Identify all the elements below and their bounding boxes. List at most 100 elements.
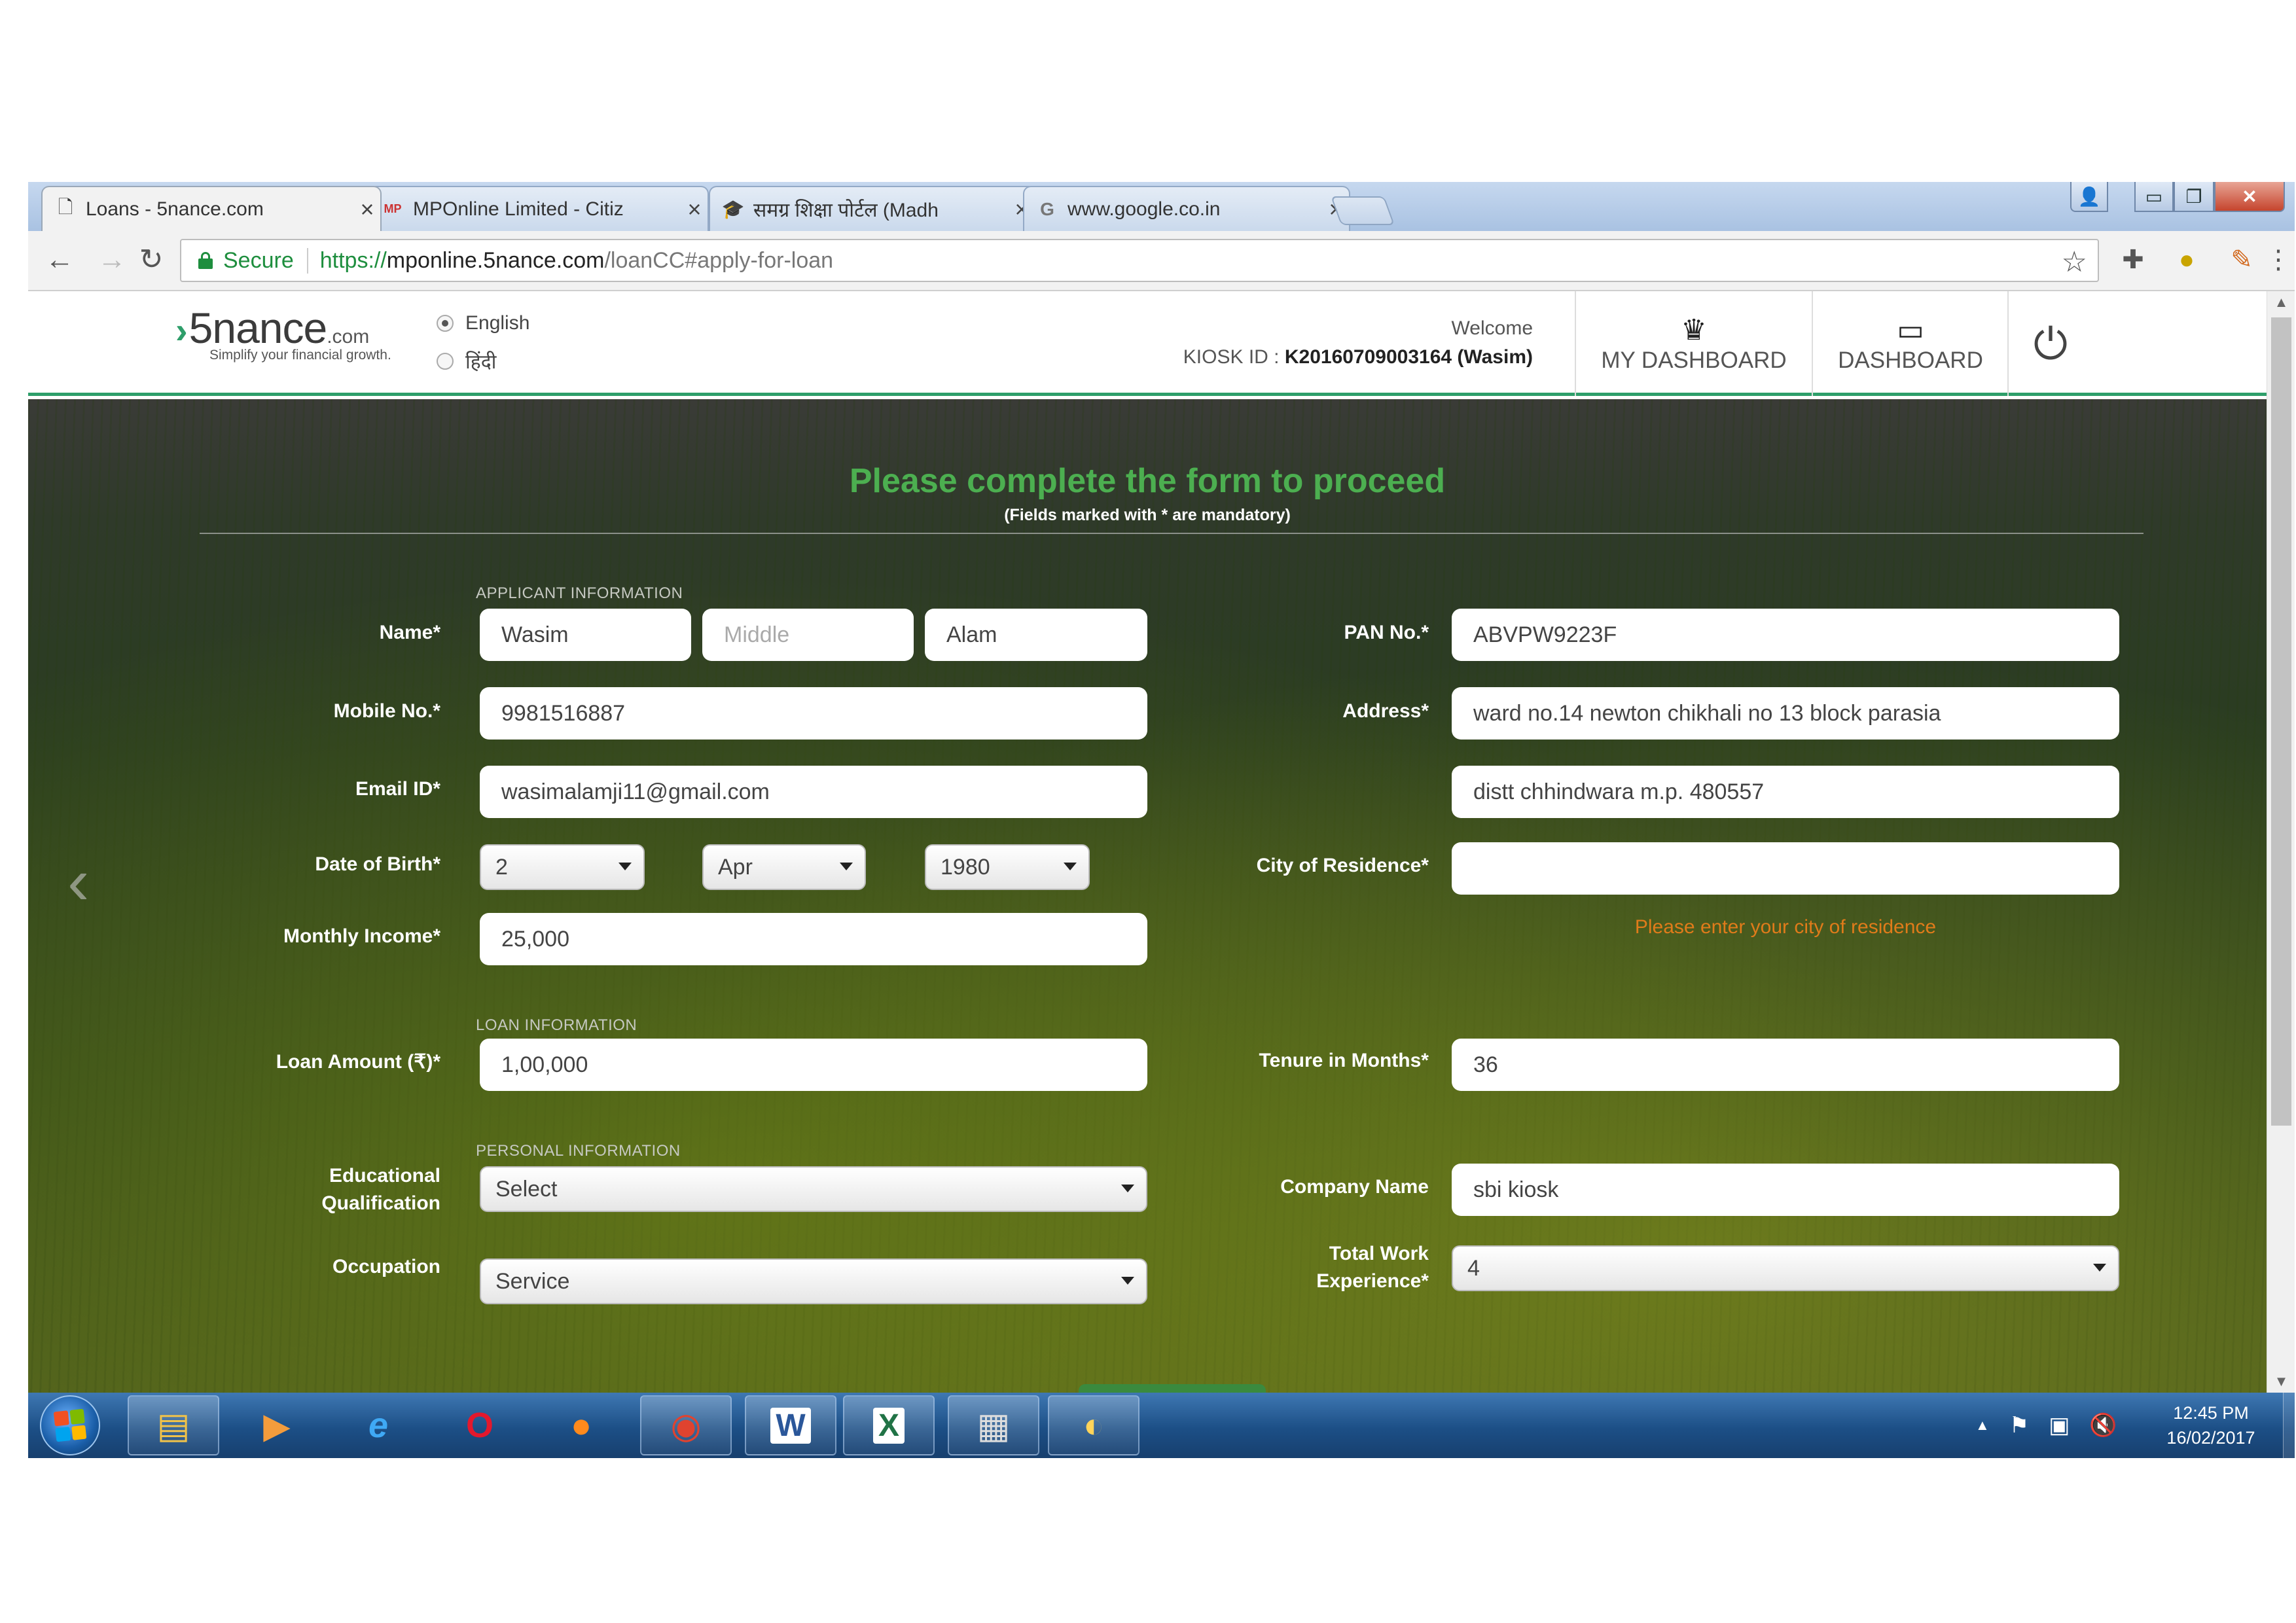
email-input[interactable]: wasimalamji11@gmail.com xyxy=(480,766,1147,818)
maximize-button[interactable]: ❐ xyxy=(2174,182,2214,212)
company-label: Company Name xyxy=(1280,1176,1429,1198)
divider xyxy=(200,533,2144,534)
caret-down-icon xyxy=(1121,1185,1134,1192)
back-arrow-icon[interactable]: ← xyxy=(41,241,78,278)
caret-down-icon xyxy=(1121,1277,1134,1285)
monitor-icon: ▭ xyxy=(1897,314,1924,346)
loan-amount-input[interactable]: 1,00,000 xyxy=(480,1039,1147,1091)
address-line1-input[interactable]: ward no.14 newton chikhali no 13 block p… xyxy=(1452,687,2119,740)
dob-day-select[interactable]: 2 xyxy=(480,844,645,890)
extension-puzzle-icon[interactable]: ✚ xyxy=(2115,241,2151,278)
language-english-radio[interactable]: English xyxy=(437,312,529,334)
calculator-icon[interactable]: ▦ xyxy=(948,1395,1039,1455)
start-button[interactable] xyxy=(40,1395,100,1455)
network-app-icon[interactable]: ◐ xyxy=(1048,1395,1139,1455)
excel-icon[interactable]: X xyxy=(843,1395,935,1455)
forward-arrow-icon[interactable]: → xyxy=(94,241,130,278)
tab-label: समग्र शिक्षा पोर्टल (Madh xyxy=(753,200,939,221)
radio-selected-icon xyxy=(437,315,454,332)
crown-icon: ♛ xyxy=(1681,314,1707,346)
dashboard-button[interactable]: ▭ DASHBOARD xyxy=(1812,291,2008,396)
occupation-select[interactable]: Service xyxy=(480,1258,1147,1304)
last-name-input[interactable]: Alam xyxy=(925,609,1147,661)
internet-explorer-icon[interactable]: e xyxy=(332,1395,424,1455)
bookmark-star-icon[interactable]: ☆ xyxy=(2062,245,2087,279)
logo-domain: .com xyxy=(327,326,370,348)
language-hindi-radio[interactable]: हिंदी xyxy=(437,348,496,374)
mobile-label: Mobile No.* xyxy=(333,700,440,722)
company-input[interactable]: sbi kiosk xyxy=(1452,1164,2119,1216)
window-close-button[interactable]: ✕ xyxy=(2214,182,2285,212)
network-icon[interactable]: ▣ xyxy=(2049,1412,2070,1438)
file-explorer-icon[interactable]: ▤ xyxy=(128,1395,219,1455)
section-loan: LOAN INFORMATION xyxy=(476,1016,637,1034)
tab-loans[interactable]: 🗋 Loans - 5nance.com × xyxy=(41,186,382,231)
dob-month-select[interactable]: Apr xyxy=(702,844,866,890)
scroll-down-icon[interactable]: ▼ xyxy=(2267,1373,2295,1390)
tab-google[interactable]: G www.google.co.in × xyxy=(1023,186,1350,231)
minimize-button[interactable]: ▭ xyxy=(2134,182,2174,212)
kiosk-id-label: KIOSK ID : xyxy=(1183,346,1285,368)
word-icon[interactable]: W xyxy=(745,1395,836,1455)
language-label: English xyxy=(465,312,530,334)
close-icon[interactable]: × xyxy=(354,196,380,223)
section-personal: PERSONAL INFORMATION xyxy=(476,1142,681,1160)
chrome-icon[interactable]: ◉ xyxy=(640,1395,732,1455)
extension-coin-icon[interactable]: ● xyxy=(2168,241,2205,278)
tab-label: MPOnline Limited - Citiz xyxy=(413,198,624,220)
close-icon[interactable]: × xyxy=(681,196,708,223)
profile-icon[interactable]: 👤 xyxy=(2070,182,2108,212)
tenure-input[interactable]: 36 xyxy=(1452,1039,2119,1091)
form-title: Please complete the form to proceed xyxy=(849,462,1446,500)
dob-label: Date of Birth* xyxy=(315,853,440,875)
city-input[interactable] xyxy=(1452,842,2119,895)
city-error-message: Please enter your city of residence xyxy=(1634,916,1937,938)
new-tab-button[interactable] xyxy=(1330,196,1395,225)
address-bar[interactable]: Secure https:// mponline.5nance.com /loa… xyxy=(180,239,2099,282)
volume-muted-icon[interactable]: 🔇 xyxy=(2089,1412,2117,1438)
tab-samagra[interactable]: 🎓 समग्र शिक्षा पोर्टल (Madh × xyxy=(709,186,1036,231)
logo-tagline: Simplify your financial growth. xyxy=(209,348,391,363)
media-player-icon[interactable]: ▶ xyxy=(231,1395,323,1455)
firefox-icon[interactable]: ● xyxy=(535,1395,627,1455)
kiosk-id-value: K20160709003164 (Wasim) xyxy=(1284,346,1533,368)
extension-brush-icon[interactable]: ✎ xyxy=(2223,241,2260,278)
first-name-input[interactable]: Wasim xyxy=(480,609,691,661)
reload-icon[interactable]: ↻ xyxy=(133,241,170,278)
education-select[interactable]: Select xyxy=(480,1166,1147,1212)
scroll-up-icon[interactable]: ▲ xyxy=(2267,294,2295,311)
address-label: Address* xyxy=(1342,700,1429,722)
system-tray: ▲ ⚑ ▣ 🔇 xyxy=(1975,1393,2117,1458)
welcome-text: Welcome xyxy=(1451,317,1533,339)
dob-year-select[interactable]: 1980 xyxy=(925,844,1090,890)
mobile-input[interactable]: 9981516887 xyxy=(480,687,1147,740)
tab-label: www.google.co.in xyxy=(1067,198,1221,220)
opera-icon[interactable]: O xyxy=(434,1395,526,1455)
address-line2-input[interactable]: distt chhindwara m.p. 480557 xyxy=(1452,766,2119,818)
radio-unselected-icon xyxy=(437,352,454,370)
income-label: Monthly Income* xyxy=(283,925,440,947)
clock[interactable]: 12:45 PM 16/02/2017 xyxy=(2152,1400,2270,1450)
pan-input[interactable]: ABVPW9223F xyxy=(1452,609,2119,661)
vertical-scrollbar[interactable]: ▲ ▼ xyxy=(2267,291,2295,1393)
show-desktop-button[interactable] xyxy=(2283,1393,2295,1458)
windows-taskbar: ▤ ▶ e O ● ◉ W X ▦ ◐ ▲ ⚑ ▣ 🔇 12:45 PM 16/… xyxy=(28,1393,2295,1458)
label-line: Educational xyxy=(329,1165,440,1186)
chrome-menu-icon[interactable]: ⋮ xyxy=(2260,241,2295,278)
experience-select[interactable]: 4 xyxy=(1452,1245,2119,1291)
clock-date: 16/02/2017 xyxy=(2166,1428,2255,1448)
tab-mponline[interactable]: MP MPOnline Limited - Citiz × xyxy=(368,186,709,231)
power-icon[interactable]: ⏻ xyxy=(2007,291,2092,396)
language-label: हिंदी xyxy=(465,351,497,373)
site-logo[interactable]: ›5nance.com Simplify your financial grow… xyxy=(175,303,391,363)
tray-expand-icon[interactable]: ▲ xyxy=(1975,1417,1990,1434)
income-input[interactable]: 25,000 xyxy=(480,913,1147,965)
my-dashboard-button[interactable]: ♛ MY DASHBOARD xyxy=(1575,291,1812,396)
chrome-window: 🗋 Loans - 5nance.com × MP MPOnline Limit… xyxy=(28,182,2295,1458)
middle-name-input[interactable]: Middle xyxy=(702,609,914,661)
chevron-left-icon[interactable]: ‹ xyxy=(67,844,89,919)
proceed-button[interactable] xyxy=(1079,1384,1266,1393)
logo-name: 5nance xyxy=(188,304,328,352)
action-center-flag-icon[interactable]: ⚑ xyxy=(2009,1412,2029,1438)
scrollbar-thumb[interactable] xyxy=(2271,317,2291,1126)
